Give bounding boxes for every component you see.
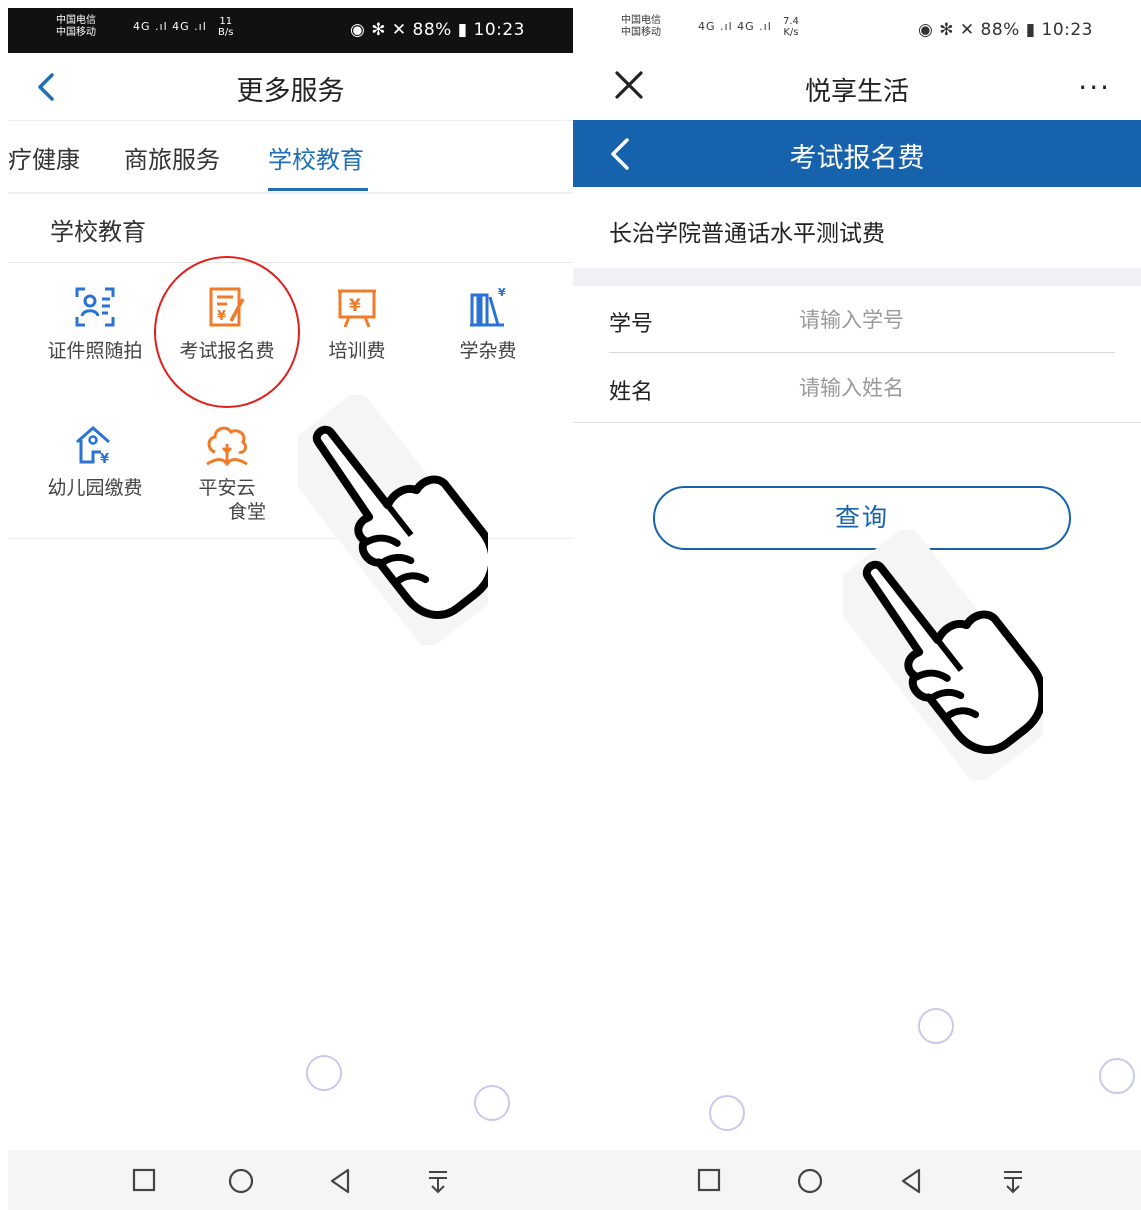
bluetooth-icon: ✻	[939, 20, 954, 40]
status-bar: 中国电信 中国移动 4G .ıl 4G .ıl 11 B/s ◉ ✻ ✕ 88%…	[8, 8, 573, 53]
student-id-input[interactable]	[799, 300, 1099, 340]
service-training-fee[interactable]: ¥ 培训费	[292, 285, 422, 363]
svg-text:¥: ¥	[100, 452, 109, 466]
page-header: 考试报名费	[573, 120, 1141, 187]
divider	[609, 352, 1115, 353]
touch-indicator	[709, 1095, 745, 1131]
carrier-2: 中国移动	[56, 27, 96, 38]
net-speed-unit: K/s	[783, 27, 799, 38]
svg-text:¥: ¥	[349, 296, 361, 316]
pointing-hand-icon	[298, 395, 488, 645]
section-title: 学校教育	[50, 218, 146, 246]
system-nav-bar	[573, 1150, 1141, 1210]
highlight-circle	[154, 256, 300, 408]
notification-pull-icon[interactable]	[1001, 1168, 1025, 1194]
carrier-info: 中国电信 中国移动	[56, 15, 96, 39]
service-label: 幼儿园缴费	[47, 477, 143, 499]
net-speed-value: 7.4	[783, 16, 799, 27]
system-status: ◉ ✻ ✕ 88% ▮ 10:23	[918, 20, 1093, 40]
battery-icon: ▮	[1025, 20, 1036, 40]
net-speed: 7.4 K/s	[783, 16, 799, 38]
divider	[8, 538, 573, 539]
section-separator	[573, 268, 1141, 286]
clock: 10:23	[473, 20, 525, 40]
training-fee-icon: ¥	[338, 289, 376, 328]
system-status: ◉ ✻ ✕ 88% ▮ 10:23	[350, 20, 525, 40]
carrier-info: 中国电信 中国移动	[621, 15, 661, 39]
left-screenshot: 中国电信 中国移动 4G .ıl 4G .ıl 11 B/s ◉ ✻ ✕ 88%…	[8, 0, 573, 1210]
back-nav-icon[interactable]	[328, 1168, 352, 1194]
right-screenshot: 中国电信 中国移动 4G .ıl 4G .ıl 7.4 K/s ◉ ✻ ✕ 88…	[573, 0, 1141, 1210]
carrier-1: 中国电信	[621, 15, 661, 26]
service-tuition-fee[interactable]: ¥ 学杂费	[423, 285, 553, 363]
tab-health[interactable]: 疗健康	[8, 140, 80, 175]
bluetooth-icon: ✻	[371, 20, 386, 40]
fee-item-name: 长治学院普通话水平测试费	[609, 221, 885, 247]
id-photo-icon	[75, 287, 115, 327]
service-label: 证件照随拍	[47, 340, 143, 362]
carrier-1: 中国电信	[56, 15, 96, 26]
service-id-photo[interactable]: 证件照随拍	[30, 285, 160, 363]
battery-percent: 88%	[980, 20, 1020, 40]
pointing-hand-icon	[843, 530, 1043, 780]
svg-text:¥: ¥	[498, 286, 506, 299]
more-options-icon[interactable]: ···	[1078, 71, 1111, 104]
signal-icon: 4G .ıl 4G .ıl	[133, 20, 207, 33]
page-title: 考试报名费	[789, 143, 925, 174]
service-label-line1: 平安云	[198, 477, 256, 499]
page-title: 更多服务	[236, 76, 345, 107]
touch-indicator	[474, 1085, 510, 1121]
name-row: 姓名	[609, 354, 1115, 422]
eye-icon: ◉	[917, 20, 934, 40]
student-id-label: 学号	[609, 312, 654, 337]
system-nav-bar	[8, 1150, 573, 1210]
back-nav-icon[interactable]	[899, 1168, 923, 1194]
clock: 10:23	[1041, 20, 1093, 40]
divider	[8, 262, 573, 263]
service-label-line2: 食堂	[227, 501, 266, 523]
canteen-icon	[206, 426, 248, 466]
top-nav: 更多服务	[8, 53, 573, 121]
student-id-row: 学号	[609, 286, 1115, 354]
mute-icon: ✕	[391, 20, 407, 40]
notification-pull-icon[interactable]	[426, 1168, 450, 1194]
home-icon[interactable]	[228, 1168, 254, 1194]
service-label: 平安云 食堂	[162, 476, 292, 524]
tuition-fee-icon: ¥	[470, 286, 506, 327]
recent-apps-icon[interactable]	[132, 1168, 156, 1192]
recent-apps-icon[interactable]	[697, 1168, 721, 1192]
net-speed-unit: B/s	[218, 27, 234, 38]
divider	[573, 422, 1141, 423]
kindergarten-icon: ¥	[76, 426, 110, 466]
carrier-2: 中国移动	[621, 27, 661, 38]
touch-indicator	[1099, 1058, 1135, 1094]
mute-icon: ✕	[959, 20, 975, 40]
net-speed: 11 B/s	[218, 16, 233, 38]
touch-indicator	[918, 1008, 954, 1044]
name-label: 姓名	[609, 380, 654, 405]
category-tabs: 疗健康 商旅服务 学校教育	[8, 122, 573, 194]
mini-app-title: 悦享生活	[804, 77, 909, 107]
touch-indicator	[306, 1055, 342, 1091]
service-canteen[interactable]: 平安云 食堂	[162, 422, 292, 524]
tab-business-travel[interactable]: 商旅服务	[124, 140, 220, 175]
service-label: 学杂费	[459, 340, 517, 362]
mini-app-header: 悦享生活 ···	[573, 53, 1141, 120]
home-icon[interactable]	[797, 1168, 823, 1194]
name-input[interactable]	[799, 368, 1099, 408]
eye-icon: ◉	[349, 20, 366, 40]
battery-percent: 88%	[412, 20, 452, 40]
battery-icon: ▮	[457, 20, 468, 40]
net-speed-value: 11	[219, 16, 233, 27]
tab-school-education[interactable]: 学校教育	[268, 140, 364, 175]
active-tab-indicator	[268, 188, 368, 191]
signal-icon: 4G .ıl 4G .ıl	[698, 20, 772, 33]
status-bar: 中国电信 中国移动 4G .ıl 4G .ıl 7.4 K/s ◉ ✻ ✕ 88…	[573, 8, 1141, 53]
service-label: 培训费	[328, 340, 386, 362]
service-kindergarten[interactable]: ¥ 幼儿园缴费	[30, 422, 160, 500]
